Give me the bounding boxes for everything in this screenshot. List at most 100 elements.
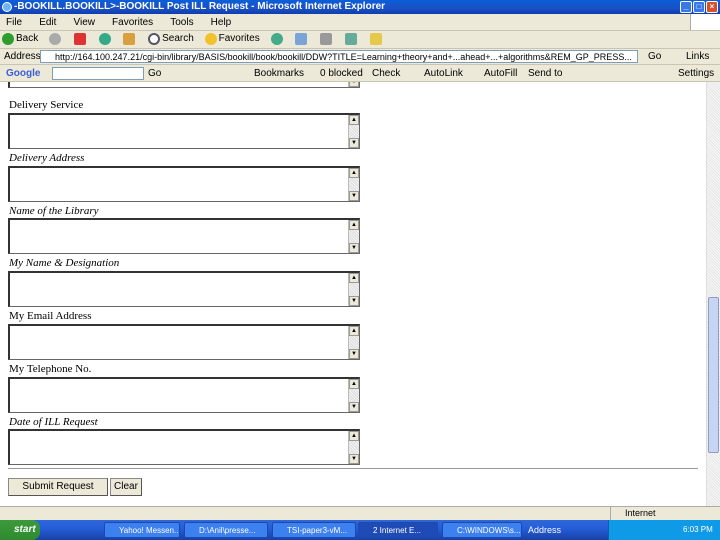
scroll-up-arrow-icon[interactable]: ▲ (349, 431, 359, 441)
telephone-textarea[interactable]: ▲ ▼ (8, 377, 360, 413)
address-input[interactable]: http://164.100.247.21/cgi-bin/library/BA… (40, 50, 638, 63)
scrollbar-thumb[interactable] (708, 297, 719, 453)
task-tsi-paper[interactable]: TSI-paper3-vM... (272, 522, 356, 538)
field-label-delivery-address: Delivery Address (9, 152, 85, 164)
field-label-telephone: My Telephone No. (9, 363, 92, 375)
task-windows-system[interactable]: C:\WINDOWS\s... (442, 522, 522, 538)
horizontal-rule (8, 468, 698, 470)
stop-button[interactable] (73, 32, 88, 46)
field-label-library-name: Name of the Library (9, 205, 99, 217)
minimize-button[interactable]: _ (680, 1, 692, 13)
field-label-delivery-service: Delivery Service (9, 99, 84, 111)
menu-view[interactable]: View (73, 17, 95, 28)
stop-icon (73, 32, 86, 45)
scroll-up-arrow-icon[interactable]: ▲ (349, 273, 359, 283)
home-icon (123, 32, 136, 45)
delivery-service-textarea[interactable]: ▲ ▼ (8, 113, 360, 149)
search-icon (148, 32, 161, 45)
page-scrollbar[interactable] (706, 82, 720, 506)
windows-logo (690, 14, 720, 30)
page-content: ▼ Delivery Service ▲ ▼ Delivery Address ▲… (0, 82, 720, 506)
security-zone: Internet (610, 507, 720, 520)
ie-icon (2, 2, 12, 12)
task-yahoo-messenger[interactable]: Yahoo! Messen... (104, 522, 180, 538)
google-search-input[interactable] (52, 67, 144, 80)
request-date-textarea[interactable]: ▲ ▼ (8, 429, 360, 465)
scroll-up-arrow-icon[interactable]: ▲ (349, 379, 359, 389)
scroll-down-arrow-icon[interactable]: ▼ (349, 82, 359, 87)
bookmarks-button[interactable]: Bookmarks (254, 65, 304, 81)
window-title: -BOOKILL.BOOKILL>-BOOKILL Post ILL Reque… (14, 1, 386, 12)
field-label-email: My Email Address (9, 310, 92, 322)
messenger-button[interactable] (369, 32, 384, 46)
scroll-down-arrow-icon[interactable]: ▼ (349, 138, 359, 148)
field-label-name-designation: My Name & Designation (9, 257, 120, 269)
scroll-up-arrow-icon[interactable]: ▲ (349, 220, 359, 230)
edit-button[interactable] (344, 32, 359, 46)
autofill-button[interactable]: AutoFill (484, 65, 517, 81)
google-toolbar: Google Go Bookmarks 0 blocked Check Auto… (0, 65, 720, 82)
scroll-up-arrow-icon[interactable]: ▲ (349, 326, 359, 336)
taskbar-address-label: Address (528, 525, 562, 535)
scroll-down-arrow-icon[interactable]: ▼ (349, 402, 359, 412)
menu-favorites[interactable]: Favorites (112, 17, 153, 28)
autolink-button[interactable]: AutoLink (424, 65, 463, 81)
task-internet-explorer[interactable]: 2 Internet E... (358, 522, 438, 538)
messenger-icon (369, 32, 382, 45)
standard-toolbar: Back Search Favorites (0, 31, 720, 49)
links-button[interactable]: Links (686, 49, 709, 64)
menu-file[interactable]: File (6, 17, 22, 28)
scroll-down-arrow-icon[interactable]: ▼ (349, 243, 359, 253)
scroll-down-arrow-icon[interactable]: ▼ (349, 191, 359, 201)
menu-help[interactable]: Help (211, 17, 232, 28)
google-go-button[interactable]: Go (148, 65, 161, 81)
forward-button[interactable] (49, 32, 63, 46)
settings-button[interactable]: Settings (678, 65, 714, 81)
delivery-address-textarea[interactable]: ▲ ▼ (8, 166, 360, 202)
field-label-request-date: Date of ILL Request (9, 416, 98, 428)
scroll-down-arrow-icon[interactable]: ▼ (349, 349, 359, 359)
home-button[interactable] (123, 32, 137, 46)
mail-button[interactable] (295, 32, 309, 46)
history-icon (270, 32, 283, 45)
clear-button[interactable]: Clear (110, 478, 142, 496)
scroll-down-arrow-icon[interactable]: ▼ (349, 454, 359, 464)
refresh-icon (98, 32, 111, 45)
submit-request-button[interactable]: Submit Request (8, 478, 108, 496)
print-button[interactable] (320, 32, 334, 46)
star-icon (204, 32, 217, 45)
library-name-textarea[interactable]: ▲ ▼ (8, 218, 360, 254)
print-icon (320, 32, 333, 45)
email-textarea[interactable]: ▲ ▼ (8, 324, 360, 360)
send-to-button[interactable]: Send to (528, 65, 562, 81)
refresh-button[interactable] (98, 32, 113, 46)
name-designation-textarea[interactable]: ▲ ▼ (8, 271, 360, 307)
menu-tools[interactable]: Tools (170, 17, 193, 28)
address-label: Address (4, 51, 41, 62)
google-logo[interactable]: Google (6, 65, 40, 81)
address-bar: Address http://164.100.247.21/cgi-bin/li… (0, 49, 720, 65)
close-button[interactable]: × (706, 1, 718, 13)
scroll-down-arrow-icon[interactable]: ▼ (349, 296, 359, 306)
search-button[interactable]: Search (148, 32, 194, 46)
menu-edit[interactable]: Edit (39, 17, 56, 28)
status-bar: Internet (0, 506, 720, 520)
back-arrow-icon (2, 32, 14, 45)
previous-field-textarea[interactable]: ▼ (8, 82, 360, 88)
history-button[interactable] (270, 32, 285, 46)
start-button[interactable]: start (0, 520, 40, 540)
scroll-up-arrow-icon[interactable]: ▲ (349, 115, 359, 125)
scroll-up-arrow-icon[interactable]: ▲ (349, 168, 359, 178)
back-button[interactable]: Back (2, 32, 38, 46)
system-tray: 6:03 PM (608, 520, 720, 540)
maximize-button[interactable]: □ (693, 1, 705, 13)
taskbar: start Yahoo! Messen... D:\Anil\presse...… (0, 520, 720, 540)
spell-check-button[interactable]: Check (372, 65, 400, 81)
task-anil-presse[interactable]: D:\Anil\presse... (184, 522, 268, 538)
edit-icon (344, 32, 357, 45)
forward-arrow-icon (49, 32, 62, 45)
title-bar: -BOOKILL.BOOKILL>-BOOKILL Post ILL Reque… (0, 0, 720, 14)
favorites-button[interactable]: Favorites (204, 32, 260, 46)
go-button[interactable]: Go (648, 49, 661, 64)
popup-blocked-button[interactable]: 0 blocked (320, 65, 363, 81)
